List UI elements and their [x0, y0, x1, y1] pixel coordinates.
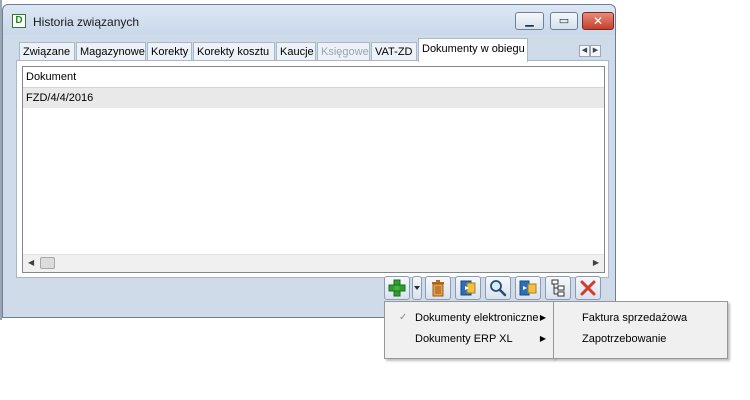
- tab-zwiazane[interactable]: Związane: [19, 42, 75, 61]
- check-icon: ✓: [399, 312, 408, 323]
- tab-dokumenty-w-obiegu[interactable]: Dokumenty w obiegu: [418, 38, 528, 62]
- add-dropdown-menu: ✓ Dokumenty elektroniczne ▶ Dokumenty ER…: [384, 301, 554, 359]
- tab-scroll-left-button[interactable]: ◀: [579, 45, 590, 57]
- close-button[interactable]: ✕: [582, 12, 614, 30]
- delete-button[interactable]: [425, 276, 451, 300]
- table-row[interactable]: FZD/4/4/2016: [23, 88, 604, 108]
- tab-scroll-right-button[interactable]: ▶: [590, 45, 601, 57]
- menu-item-label: Dokumenty elektroniczne: [415, 312, 539, 324]
- grid-header[interactable]: Dokument: [23, 67, 604, 88]
- close-icon: ✕: [592, 14, 604, 28]
- grid-cell-dokument: FZD/4/4/2016: [26, 92, 94, 104]
- window-title: Historia związanych: [33, 15, 140, 29]
- scroll-left-arrow-icon[interactable]: ◀: [28, 258, 34, 267]
- app-icon: D: [12, 14, 26, 28]
- tab-vat-zd[interactable]: VAT-ZD: [371, 42, 417, 61]
- tree-icon: [551, 279, 565, 297]
- close-icon: [580, 280, 596, 296]
- scrollbar-thumb[interactable]: [40, 257, 55, 269]
- tab-content-panel: Dokument FZD/4/4/2016 ◀ ▶: [16, 60, 609, 278]
- search-button[interactable]: [485, 276, 511, 300]
- tab-strip: Związane Magazynowe Korekty Korekty kosz…: [19, 38, 609, 62]
- maximize-button[interactable]: ▭: [550, 12, 578, 30]
- search-icon: [490, 280, 507, 297]
- documents-grid: Dokument FZD/4/4/2016 ◀ ▶: [22, 66, 605, 273]
- submenu-item-label: Zapotrzebowanie: [582, 333, 667, 345]
- column-header-dokument[interactable]: Dokument: [26, 71, 76, 83]
- horizontal-scrollbar[interactable]: ◀ ▶: [23, 254, 604, 272]
- add-options-dropdown-button[interactable]: [412, 276, 422, 300]
- submenu-item-zapotrzebowanie[interactable]: Zapotrzebowanie: [556, 329, 725, 349]
- tab-kaucje[interactable]: Kaucje: [276, 42, 316, 61]
- delete-icon: [432, 280, 444, 297]
- link-document-button[interactable]: [515, 276, 541, 300]
- link-icon: [519, 280, 537, 296]
- tab-korekty-kosztu[interactable]: Korekty kosztu: [193, 42, 275, 61]
- scroll-right-arrow-icon[interactable]: ▶: [593, 258, 599, 267]
- submenu-arrow-icon: ▶: [539, 334, 546, 343]
- maximize-icon: ▭: [558, 14, 570, 27]
- close-list-button[interactable]: [575, 276, 601, 300]
- submenu-item-label: Faktura sprzedażowa: [582, 312, 688, 324]
- tab-ksiegowe: Księgowe: [317, 42, 370, 61]
- add-icon: [388, 279, 406, 297]
- title-bar[interactable]: D Historia związanych ▁ ▭ ✕: [3, 5, 615, 35]
- tree-view-button[interactable]: [545, 276, 571, 300]
- minimize-button[interactable]: ▁: [515, 12, 544, 30]
- submenu-item-faktura-sprzedazowa[interactable]: Faktura sprzedażowa: [556, 308, 725, 328]
- submenu-arrow-icon: ▶: [539, 313, 546, 322]
- tab-magazynowe[interactable]: Magazynowe: [76, 42, 146, 61]
- add-button[interactable]: [384, 276, 410, 300]
- menu-item-dokumenty-elektroniczne[interactable]: ✓ Dokumenty elektroniczne ▶: [387, 308, 551, 328]
- edit-icon: [460, 280, 476, 296]
- edit-button[interactable]: [455, 276, 481, 300]
- tab-korekty[interactable]: Korekty: [147, 42, 192, 61]
- desktop-background: D Historia związanych ▁ ▭ ✕ Związane Mag…: [0, 0, 750, 400]
- menu-item-label: Dokumenty ERP XL: [415, 333, 513, 345]
- electronic-documents-submenu: Faktura sprzedażowa Zapotrzebowanie: [553, 301, 728, 359]
- minimize-icon: ▁: [525, 14, 534, 27]
- history-window: D Historia związanych ▁ ▭ ✕ Związane Mag…: [2, 4, 616, 318]
- dropdown-arrow-icon: [414, 286, 420, 290]
- menu-item-dokumenty-erp-xl[interactable]: Dokumenty ERP XL ▶: [387, 329, 551, 349]
